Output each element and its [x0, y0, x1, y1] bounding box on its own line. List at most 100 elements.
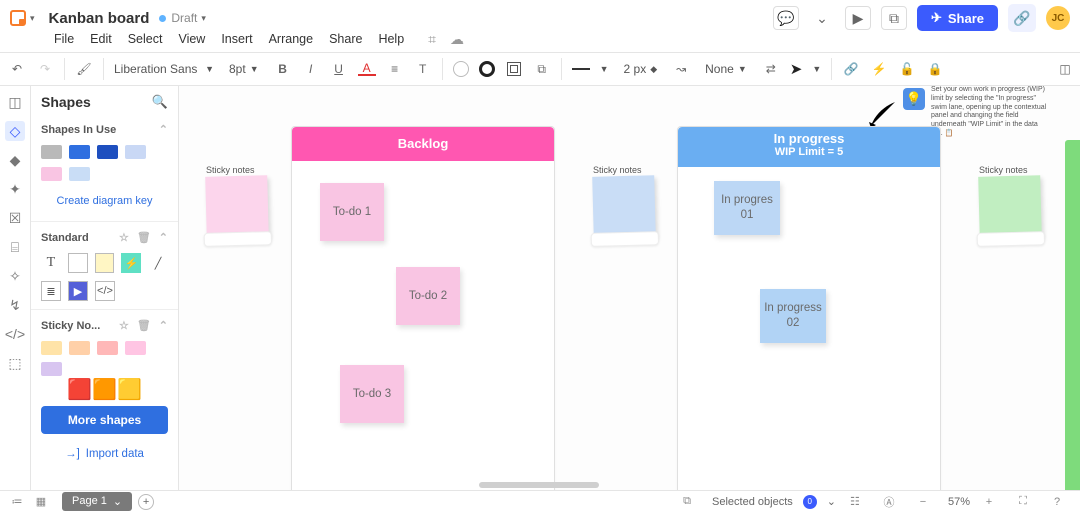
app-menu-chevron[interactable]: ▾	[30, 13, 35, 24]
section-standard[interactable]: Standard	[41, 232, 89, 244]
swatch[interactable]	[41, 341, 62, 355]
import-data-link[interactable]: →]Import data	[31, 440, 178, 468]
underline-icon[interactable]: U	[330, 60, 348, 78]
section-sticky[interactable]: Sticky No...	[41, 320, 100, 332]
bold-icon[interactable]: B	[274, 60, 292, 78]
endpoint-chevron[interactable]: ▼	[812, 64, 821, 74]
trash-icon[interactable]: 🗑	[137, 231, 151, 244]
media-shape[interactable]: ▶	[68, 281, 88, 301]
zoom-level[interactable]: 57%	[948, 496, 970, 508]
database-tool-icon[interactable]: ⌸	[5, 237, 25, 257]
menu-help[interactable]: Help	[378, 32, 404, 46]
document-title[interactable]: Kanban board	[49, 10, 150, 27]
swatch[interactable]	[125, 145, 146, 159]
swatch[interactable]	[69, 145, 90, 159]
magic-tool-icon[interactable]: ✦	[5, 179, 25, 199]
collapse-icon[interactable]: ⌃	[159, 319, 168, 332]
record-icon[interactable]: ⧉	[881, 6, 907, 30]
fill-tool-icon[interactable]: ◆	[5, 150, 25, 170]
layers-icon[interactable]: ☷	[846, 493, 864, 511]
sticky-note[interactable]	[592, 175, 656, 239]
format-paint-icon[interactable]: 🖌	[75, 60, 93, 78]
ai-tool-icon[interactable]: ✧	[5, 266, 25, 286]
column-header[interactable]: Backlog	[292, 127, 554, 161]
note-shape[interactable]	[95, 253, 115, 273]
menu-select[interactable]: Select	[128, 32, 163, 46]
font-size-picker[interactable]: 8pt▼	[224, 59, 264, 79]
share-button[interactable]: ✈Share	[917, 5, 998, 31]
endpoint-start-icon[interactable]: ⇄	[762, 60, 780, 78]
lock-icon[interactable]: 🔓	[898, 60, 916, 78]
more-shapes-button[interactable]: More shapes	[41, 406, 168, 434]
comment-icon[interactable]: 💬	[773, 6, 799, 30]
swatch[interactable]	[41, 167, 62, 181]
swatch[interactable]	[41, 362, 62, 376]
search-icon[interactable]: 🔍	[152, 94, 168, 110]
text-shape[interactable]: T	[41, 253, 61, 273]
swatch[interactable]	[69, 167, 90, 181]
help-icon[interactable]: ?	[1048, 493, 1066, 511]
zoom-out-icon[interactable]: −	[914, 493, 932, 511]
card[interactable]: To-do 2	[396, 267, 460, 325]
line-dash-picker[interactable]: None▼	[700, 59, 752, 79]
section-in-use[interactable]: Shapes In Use	[41, 124, 116, 136]
line-style-chevron[interactable]: ▼	[600, 64, 609, 74]
undo-icon[interactable]: ↶	[8, 60, 26, 78]
panel-icon[interactable]: ◫	[5, 92, 25, 112]
lock-closed-icon[interactable]: 🔒	[926, 60, 944, 78]
redo-icon[interactable]: ↷	[36, 60, 54, 78]
swatch[interactable]	[41, 145, 62, 159]
column-header[interactable]: In progress WIP Limit = 5	[678, 127, 940, 167]
horizontal-scrollbar[interactable]	[479, 482, 599, 488]
star-icon[interactable]: ☆	[119, 231, 129, 244]
plugin-tool-icon[interactable]: ⬚	[5, 353, 25, 373]
column-backlog[interactable]: Backlog To-do 1 To-do 2 To-do 3	[291, 126, 555, 490]
action-icon[interactable]: ⚡	[870, 60, 888, 78]
doc-menu-chevron[interactable]: ▾	[201, 13, 206, 24]
italic-icon[interactable]: I	[302, 60, 320, 78]
add-page-button[interactable]: +	[138, 494, 154, 510]
panel-toggle-icon[interactable]: ◫	[1056, 60, 1074, 78]
line-shape[interactable]: ╱	[148, 253, 168, 273]
layout-grid-icon[interactable]	[505, 60, 523, 78]
collapse-icon[interactable]: ⌃	[159, 231, 168, 244]
link-icon[interactable]: 🔗	[842, 60, 860, 78]
menu-edit[interactable]: Edit	[90, 32, 112, 46]
card[interactable]: In progress 02	[760, 289, 826, 343]
align-icon[interactable]: ≡	[386, 60, 404, 78]
accessibility-icon[interactable]: Ⓐ	[880, 493, 898, 511]
avatar[interactable]: JC	[1046, 6, 1070, 30]
app-logo[interactable]	[10, 10, 26, 26]
components-icon[interactable]: ⧉	[533, 60, 551, 78]
sticky-stack-icon[interactable]: 🟥🟧🟨	[31, 380, 178, 400]
swatch[interactable]	[69, 341, 90, 355]
create-diagram-key-link[interactable]: Create diagram key	[31, 185, 178, 217]
cloud-sync-icon[interactable]: ☁	[450, 31, 464, 48]
outline-icon[interactable]: ≔	[8, 493, 26, 511]
shapes-tool-icon[interactable]: ◇	[5, 121, 25, 141]
column-in-progress[interactable]: In progress WIP Limit = 5 In progres 01 …	[677, 126, 941, 490]
templates-icon[interactable]: ⌗	[428, 31, 436, 48]
draft-label[interactable]: Draft	[171, 11, 197, 25]
connector-tool-icon[interactable]: ↯	[5, 295, 25, 315]
present-icon[interactable]: ▶	[845, 6, 871, 30]
chevron-down-icon[interactable]: ⌄	[809, 6, 835, 30]
sticky-note[interactable]	[978, 175, 1042, 239]
menu-insert[interactable]: Insert	[221, 32, 252, 46]
swatch[interactable]	[97, 145, 118, 159]
zoom-in-icon[interactable]: +	[980, 493, 998, 511]
grid-icon[interactable]: ▦	[32, 493, 50, 511]
code-shape[interactable]: </>	[95, 281, 115, 301]
font-picker[interactable]: Liberation Sans▼	[114, 62, 214, 76]
text-format-icon[interactable]: T	[414, 60, 432, 78]
trash-icon[interactable]: 🗑	[137, 319, 151, 332]
line-style-icon[interactable]	[572, 60, 590, 78]
canvas[interactable]: 💡 Set your own work in progress (WIP) li…	[179, 86, 1080, 490]
card[interactable]: To-do 3	[340, 365, 404, 423]
menu-file[interactable]: File	[54, 32, 74, 46]
code-tool-icon[interactable]: </>	[5, 324, 25, 344]
sticky-note[interactable]	[205, 175, 269, 239]
card[interactable]: In progres 01	[714, 181, 780, 235]
copy-link-button[interactable]: 🔗	[1008, 4, 1036, 32]
list-shape[interactable]: ≣	[41, 281, 61, 301]
